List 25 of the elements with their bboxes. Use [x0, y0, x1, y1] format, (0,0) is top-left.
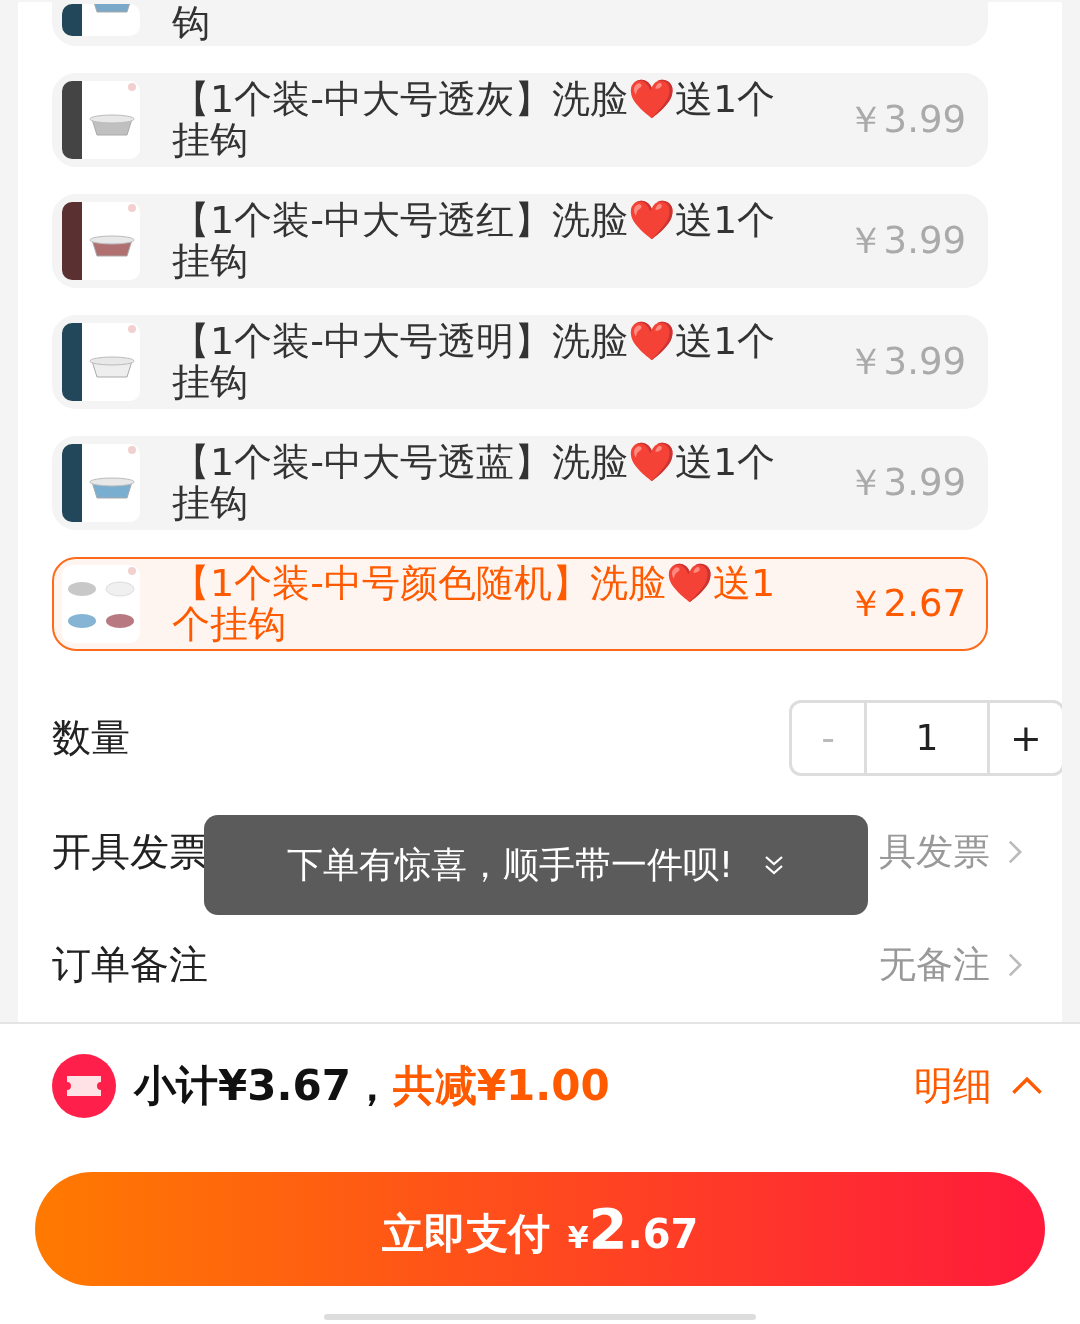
option-price: ￥3.99 — [846, 97, 966, 143]
discount-text: 共减¥1.00 — [392, 1060, 610, 1112]
option-name: 【1个装-中大号透蓝】洗脸❤送1个挂钩 — [172, 442, 777, 524]
option-card[interactable]: 【1个装-中大号透明】洗脸❤送1个挂钩 ￥3.99 — [52, 315, 988, 409]
option-name: 【1个装-中大号透红】洗脸❤送1个挂钩 — [172, 200, 777, 282]
option-price: ￥3.99 — [846, 339, 966, 385]
invoice-label: 开具发票 — [52, 827, 208, 876]
toast-text: 下单有惊喜，顺手带一件呗! — [286, 842, 734, 887]
option-name: 【1个装-中号颜色随机】洗脸❤送1个挂钩 — [172, 563, 777, 645]
option-name: 钩 — [172, 4, 211, 44]
option-card[interactable]: 【1个装-中大号透灰】洗脸❤送1个挂钩 ￥3.99 — [52, 73, 988, 167]
option-price: ￥3.99 — [846, 218, 966, 264]
option-card[interactable]: 【1个装-中大号透蓝】洗脸❤送1个挂钩 ￥3.99 — [52, 436, 988, 530]
subtotal-text: 小计¥3.67， — [134, 1060, 393, 1112]
option-name: 【1个装-中大号透灰】洗脸❤送1个挂钩 — [172, 79, 777, 161]
quantity-value: 1 — [864, 702, 990, 773]
option-card[interactable]: 【1个装-中大号透红】洗脸❤送1个挂钩 ￥3.99 — [52, 194, 988, 288]
pay-button[interactable]: 立即支付 ¥2.67 — [35, 1172, 1045, 1286]
option-price: ￥2.67 — [846, 581, 966, 627]
option-card[interactable]: 钩 — [52, 2, 988, 46]
option-name: 【1个装-中大号透明】洗脸❤送1个挂钩 — [172, 321, 777, 403]
option-price: ￥3.99 — [846, 460, 966, 506]
quantity-label: 数量 — [52, 713, 130, 762]
note-label: 订单备注 — [52, 941, 208, 990]
plus-button[interactable]: + — [990, 702, 1062, 773]
